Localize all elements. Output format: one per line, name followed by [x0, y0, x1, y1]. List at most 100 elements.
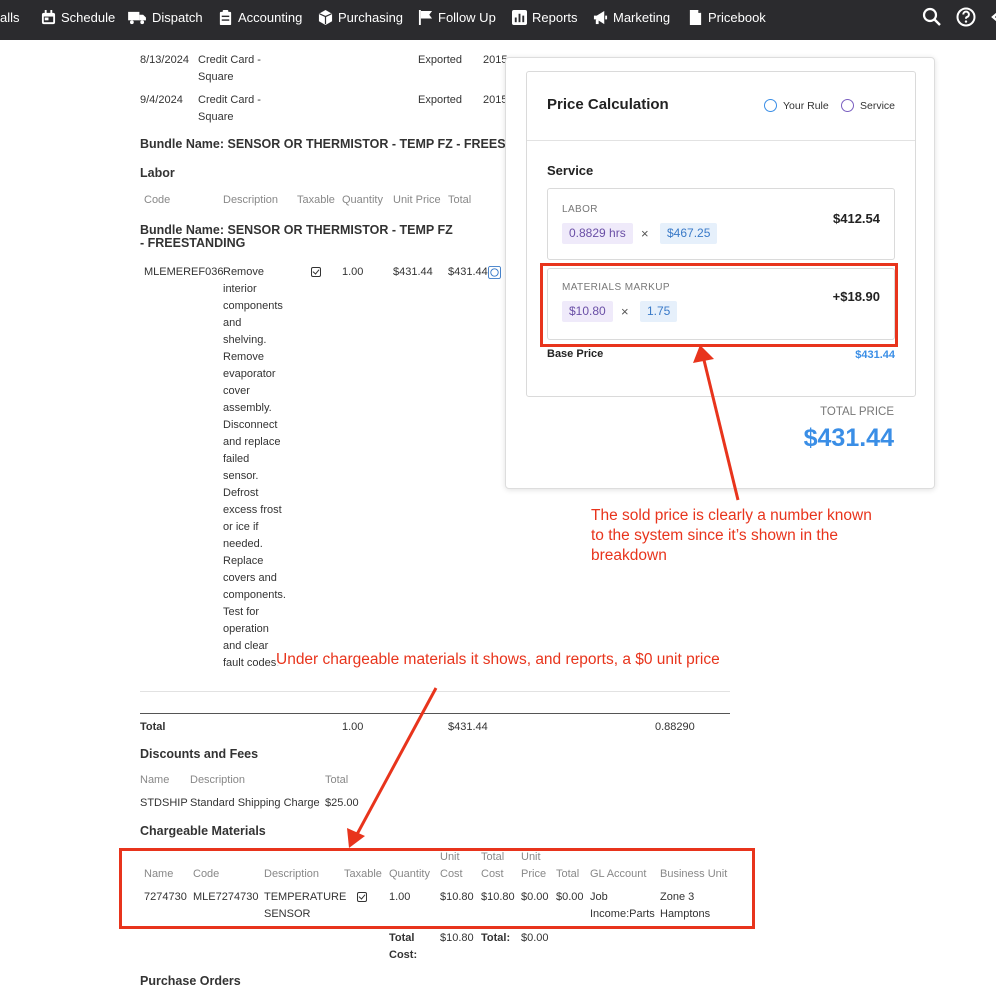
labor-hours-tag: 0.8829 hrs: [562, 223, 633, 244]
labor-description-line: assembly.: [223, 402, 272, 414]
labor-calc-box: LABOR 0.8829 hrs × $467.25 $412.54: [547, 188, 895, 260]
nav-reports[interactable]: Reports: [512, 0, 578, 34]
price-calc-title: Price Calculation: [547, 96, 669, 113]
nav-reports-label: Reports: [532, 9, 578, 25]
nav-pricebook[interactable]: Pricebook: [688, 0, 766, 34]
payment-type-2: Square: [198, 71, 234, 83]
sold-price-annotation: The sold price is clearly a number known…: [591, 506, 872, 566]
collapse-arrow-icon[interactable]: [988, 7, 996, 27]
nav-dispatch[interactable]: Dispatch: [128, 0, 203, 34]
labor-description-line: components.: [223, 589, 286, 601]
labor-total-hours: 0.88290: [655, 721, 695, 733]
labor-description-line: covers and: [223, 572, 277, 584]
materials-total: $0.00: [521, 932, 549, 944]
discount-description: Standard Shipping Charge: [190, 797, 320, 809]
nav-accounting[interactable]: Accounting: [218, 0, 302, 34]
labor-code: MLEMEREF036: [144, 266, 224, 278]
taxable-check-icon: [311, 267, 321, 277]
labor-heading: Labor: [140, 166, 175, 180]
labor-description-line: excess frost: [223, 504, 282, 516]
labor-quantity: 1.00: [342, 266, 364, 278]
annotation-line: to the system since it’s shown in the: [591, 527, 838, 544]
total-price-label: TOTAL PRICE: [820, 406, 894, 418]
labor-description-line: operation: [223, 623, 269, 635]
labor-total: $431.44: [448, 266, 488, 278]
discount-name: STDSHIP: [140, 797, 188, 809]
materials-total-cost: $10.80: [440, 932, 474, 944]
col-code: Code: [144, 194, 171, 206]
payment-amount: 2015: [483, 54, 508, 66]
nav-pricebook-label: Pricebook: [708, 9, 766, 25]
radio-service-label: Service: [860, 100, 896, 112]
flag-icon: [418, 9, 433, 25]
search-icon[interactable]: [922, 7, 942, 27]
help-icon[interactable]: [956, 7, 976, 27]
multiply-sign: ×: [641, 226, 649, 241]
labor-total-qty: 1.00: [342, 721, 364, 733]
megaphone-icon: [593, 10, 608, 24]
nav-follow-up-label: Follow Up: [438, 9, 496, 25]
nav-purchasing[interactable]: Purchasing: [318, 0, 403, 34]
col-unit-price: Unit Price: [393, 194, 441, 206]
labor-description-line: Remove: [223, 351, 264, 363]
discounts-heading: Discounts and Fees: [140, 747, 259, 761]
labor-total-amount: $431.44: [448, 721, 488, 733]
markup-highlight-box: [540, 263, 898, 347]
base-price-value: $431.44: [855, 349, 895, 361]
col-description: Description: [223, 194, 279, 206]
col-total: Total: [325, 774, 349, 786]
clipboard-icon: [219, 9, 232, 25]
nav-schedule-label: Schedule: [61, 9, 116, 25]
service-section-title: Service: [547, 163, 594, 178]
labor-description-line: evaporator: [223, 368, 276, 380]
base-price-label: Base Price: [547, 348, 604, 360]
materials-total-cost-label-2: Cost:: [389, 949, 418, 961]
nav-follow-up[interactable]: Follow Up: [418, 0, 496, 34]
labor-description-line: sensor.: [223, 470, 259, 482]
materials-highlight-box: [119, 848, 755, 929]
labor-description-line: cover: [223, 385, 250, 397]
labor-description-line: Remove: [223, 266, 264, 278]
box-icon: [318, 9, 333, 25]
annotation-line: breakdown: [591, 547, 667, 564]
payment-type: Credit Card -: [198, 54, 261, 66]
price-calculation-card: Price Calculation Your Rule Service Serv…: [526, 71, 916, 397]
radio-your-rule-label: Your Rule: [783, 100, 829, 112]
col-description: Description: [190, 774, 246, 786]
payment-type: Credit Card -: [198, 94, 261, 106]
truck-icon: [128, 11, 146, 24]
nav-marketing[interactable]: Marketing: [593, 0, 670, 34]
payment-status: Exported: [418, 94, 463, 106]
labor-calc-label: LABOR: [562, 204, 598, 215]
total-price-value: $431.44: [803, 424, 894, 452]
nav-schedule[interactable]: Schedule: [41, 0, 115, 34]
labor-description-line: Replace: [223, 555, 264, 567]
labor-description-line: interior: [223, 283, 257, 295]
col-taxable: Taxable: [297, 194, 335, 206]
radio-your-rule[interactable]: [764, 99, 777, 112]
divider: [527, 140, 915, 141]
discount-total: $25.00: [325, 797, 359, 809]
col-total: Total: [448, 194, 472, 206]
nav-accounting-label: Accounting: [238, 9, 303, 25]
payment-status: Exported: [418, 54, 463, 66]
nav-purchasing-label: Purchasing: [338, 9, 404, 25]
payment-date: 9/4/2024: [140, 94, 183, 106]
labor-description-line: Test for: [223, 606, 260, 618]
materials-heading: Chargeable Materials: [140, 824, 266, 838]
labor-description: Remove interior components and shelving. Remo…: [223, 264, 293, 672]
calendar-icon: [41, 9, 56, 24]
labor-description-line: Disconnect: [223, 419, 278, 431]
labor-rate-tag: $467.25: [660, 223, 718, 244]
materials-total-cost-label: Total: [389, 932, 415, 944]
bar-chart-icon: [512, 9, 527, 25]
labor-unit-price: $431.44: [393, 266, 433, 278]
labor-description-line: failed: [223, 453, 250, 465]
labor-description-line: shelving.: [223, 334, 267, 346]
bundle-subheading: Bundle Name: SENSOR OR THERMISTOR - TEMP…: [140, 223, 453, 237]
nav-calls[interactable]: alls: [0, 0, 20, 34]
info-icon[interactable]: [488, 266, 501, 279]
annotation-line: The sold price is clearly a number known: [591, 507, 872, 524]
book-icon: [689, 9, 702, 25]
radio-service[interactable]: [841, 99, 854, 112]
